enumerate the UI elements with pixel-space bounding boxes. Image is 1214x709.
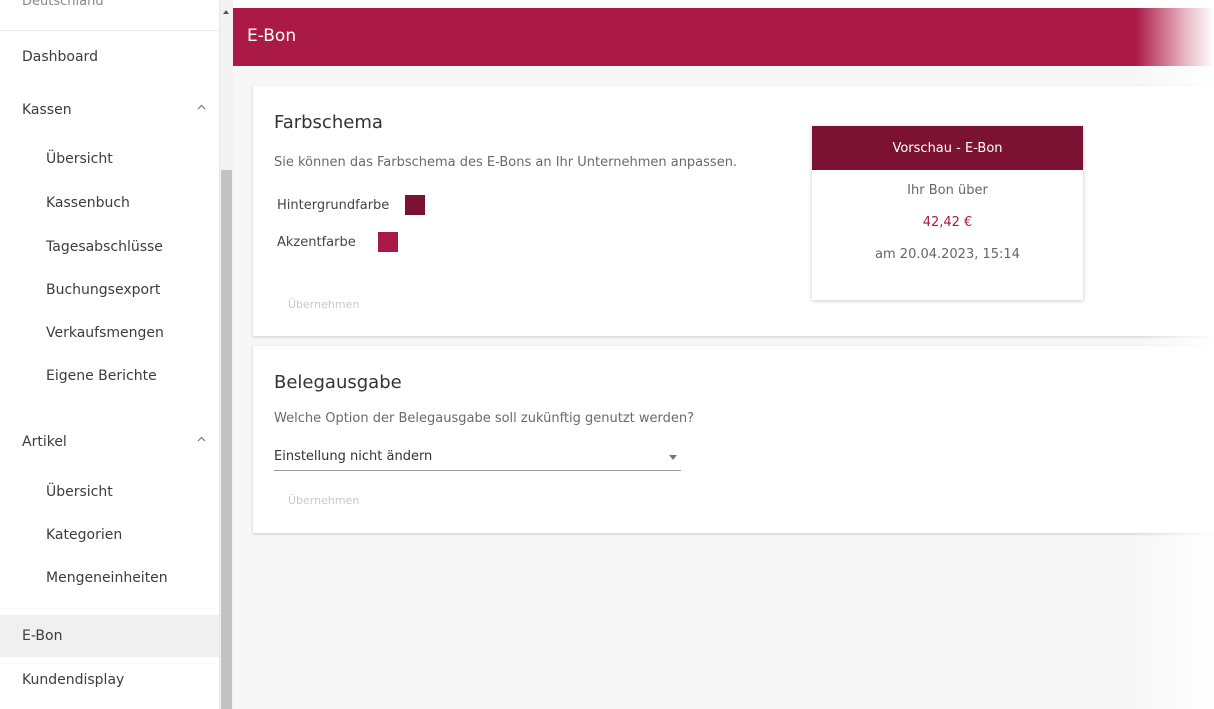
preview-header: Vorschau - E-Bon xyxy=(812,126,1083,170)
background-color-swatch[interactable] xyxy=(405,195,426,215)
dropdown-arrow-icon xyxy=(669,455,677,460)
sidebar-item-kategorien[interactable]: Kategorien xyxy=(0,514,219,556)
e-bon-preview: Vorschau - E-Bon Ihr Bon über 42,42 € am… xyxy=(812,126,1083,300)
main-content: Farbschema Sie können das Farbschema des… xyxy=(233,66,1214,709)
sidebar-item-label: Tagesabschlüsse xyxy=(46,239,163,255)
sidebar-item-label: Kundendisplay xyxy=(22,672,125,688)
sidebar-item-label: E-Bon xyxy=(22,628,63,644)
chevron-up-icon xyxy=(197,103,206,112)
accent-color-label: Akzentfarbe xyxy=(277,234,356,250)
background-color-label: Hintergrundfarbe xyxy=(277,197,390,213)
sidebar-item-dashboard[interactable]: Dashboard xyxy=(0,36,219,78)
sidebar: Deutschland Dashboard Kassen Übersicht K… xyxy=(0,0,220,709)
sidebar-item-artikel-uebersicht[interactable]: Übersicht xyxy=(0,471,219,513)
chevron-up-icon xyxy=(197,435,206,444)
sidebar-item-label: Übersicht xyxy=(46,484,113,500)
farbschema-description: Sie können das Farbschema des E-Bons an … xyxy=(274,155,738,170)
sidebar-group-artikel[interactable]: Artikel xyxy=(0,421,219,463)
scrollbar-thumb[interactable] xyxy=(221,170,232,709)
sidebar-item-eigene-berichte[interactable]: Eigene Berichte xyxy=(0,355,219,397)
sidebar-item-label: Dashboard xyxy=(22,49,98,65)
sidebar-item-buchungsexport[interactable]: Buchungsexport xyxy=(0,269,219,311)
sidebar-item-label: Kategorien xyxy=(46,527,123,543)
sidebar-group-kassen[interactable]: Kassen xyxy=(0,89,219,131)
sidebar-item-e-bon[interactable]: E-Bon xyxy=(0,615,219,657)
page-title: E-Bon xyxy=(247,26,297,46)
belegausgabe-card: Belegausgabe Welche Option der Belegausg… xyxy=(253,346,1214,533)
sidebar-item-kundendisplay[interactable]: Kundendisplay xyxy=(0,659,219,701)
accent-color-row: Akzentfarbe xyxy=(277,232,398,252)
belegausgabe-select[interactable]: Einstellung nicht ändern xyxy=(274,443,681,471)
preview-text: Ihr Bon über xyxy=(907,183,988,198)
background-color-row: Hintergrundfarbe xyxy=(277,195,426,215)
sidebar-item-label: Mengeneinheiten xyxy=(46,570,168,586)
farbschema-apply-button[interactable]: Übernehmen xyxy=(288,298,359,311)
sidebar-item-label: Artikel xyxy=(22,434,67,450)
sidebar-item-verkaufsmengen[interactable]: Verkaufsmengen xyxy=(0,312,219,354)
sidebar-item-label: Buchungsexport xyxy=(46,282,161,298)
sidebar-item-mengeneinheiten[interactable]: Mengeneinheiten xyxy=(0,557,219,599)
divider xyxy=(0,30,219,31)
belegausgabe-question: Welche Option der Belegausgabe soll zukü… xyxy=(274,411,695,426)
preview-amount: 42,42 € xyxy=(922,215,973,230)
select-value: Einstellung nicht ändern xyxy=(274,449,433,464)
farbschema-title: Farbschema xyxy=(274,112,383,133)
preview-date: am 20.04.2023, 15:14 xyxy=(875,247,1020,262)
sidebar-item-label: Kassen xyxy=(22,102,72,118)
sidebar-item-kassen-uebersicht[interactable]: Übersicht xyxy=(0,138,219,180)
belegausgabe-apply-button[interactable]: Übernehmen xyxy=(288,494,359,507)
scroll-up-arrow-icon[interactable] xyxy=(223,10,229,14)
farbschema-card: Farbschema Sie können das Farbschema des… xyxy=(253,86,1214,336)
sidebar-cut-item-label: Deutschland xyxy=(22,0,104,9)
sidebar-item-label: Eigene Berichte xyxy=(46,368,157,384)
accent-color-swatch[interactable] xyxy=(377,232,398,252)
sidebar-item-label: Verkaufsmengen xyxy=(46,325,164,341)
sidebar-item-kassenbuch[interactable]: Kassenbuch xyxy=(0,182,219,224)
sidebar-item-label: Kassenbuch xyxy=(46,195,130,211)
page-header: E-Bon xyxy=(233,8,1214,66)
sidebar-item-tagesabschluesse[interactable]: Tagesabschlüsse xyxy=(0,226,219,268)
belegausgabe-title: Belegausgabe xyxy=(274,372,402,393)
sidebar-item-label: Übersicht xyxy=(46,151,113,167)
